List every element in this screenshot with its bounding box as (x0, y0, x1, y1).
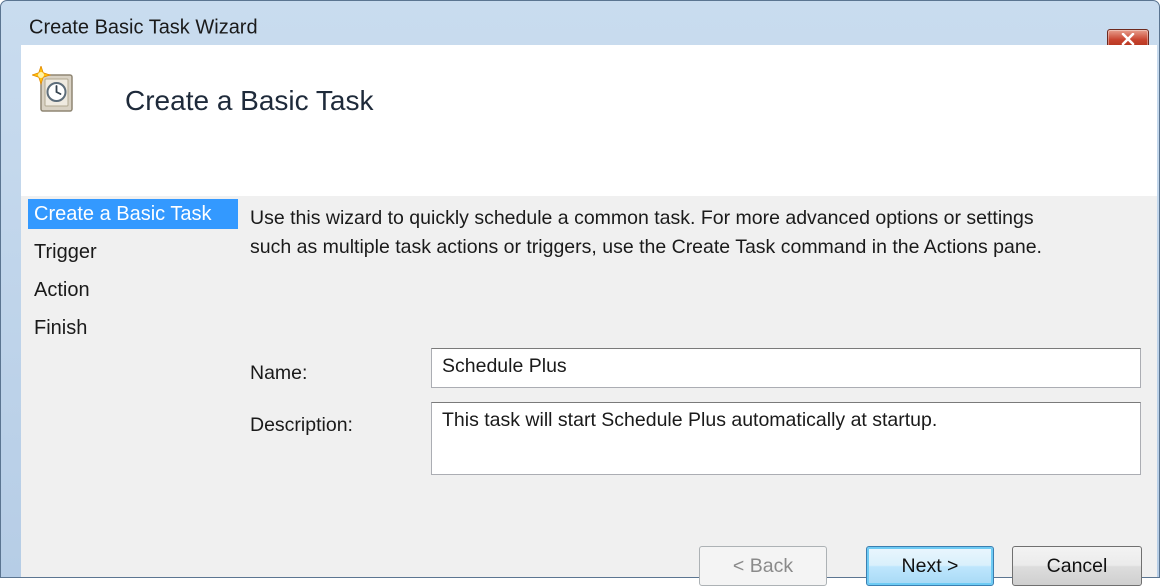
next-button[interactable]: Next > (866, 546, 994, 586)
title-bar[interactable]: Create Basic Task Wizard (1, 1, 1159, 49)
window-title: Create Basic Task Wizard (29, 16, 258, 39)
intro-text: Use this wizard to quickly schedule a co… (250, 204, 1150, 262)
name-label: Name: (250, 362, 308, 384)
wizard-body: Create a Basic Task Trigger Action Finis… (21, 196, 1157, 586)
scheduled-task-clock-icon (32, 66, 73, 112)
step-trigger[interactable]: Trigger (28, 237, 228, 267)
step-finish[interactable]: Finish (28, 313, 228, 343)
description-label: Description: (250, 414, 353, 436)
back-button[interactable]: < Back (699, 546, 827, 586)
cancel-button[interactable]: Cancel (1012, 546, 1142, 586)
name-input[interactable]: Schedule Plus (431, 348, 1141, 388)
intro-line-1: Use this wizard to quickly schedule a co… (250, 207, 1034, 229)
wizard-header: Create a Basic Task (21, 45, 1157, 196)
intro-line-2: such as multiple task actions or trigger… (250, 236, 1042, 258)
header-title: Create a Basic Task (125, 85, 374, 116)
description-input[interactable]: This task will start Schedule Plus autom… (431, 402, 1141, 475)
close-icon (1121, 33, 1135, 45)
step-action[interactable]: Action (28, 275, 228, 305)
wizard-window: Create Basic Task Wizard Create a Basic … (0, 0, 1160, 586)
step-create-basic-task[interactable]: Create a Basic Task (28, 199, 238, 229)
